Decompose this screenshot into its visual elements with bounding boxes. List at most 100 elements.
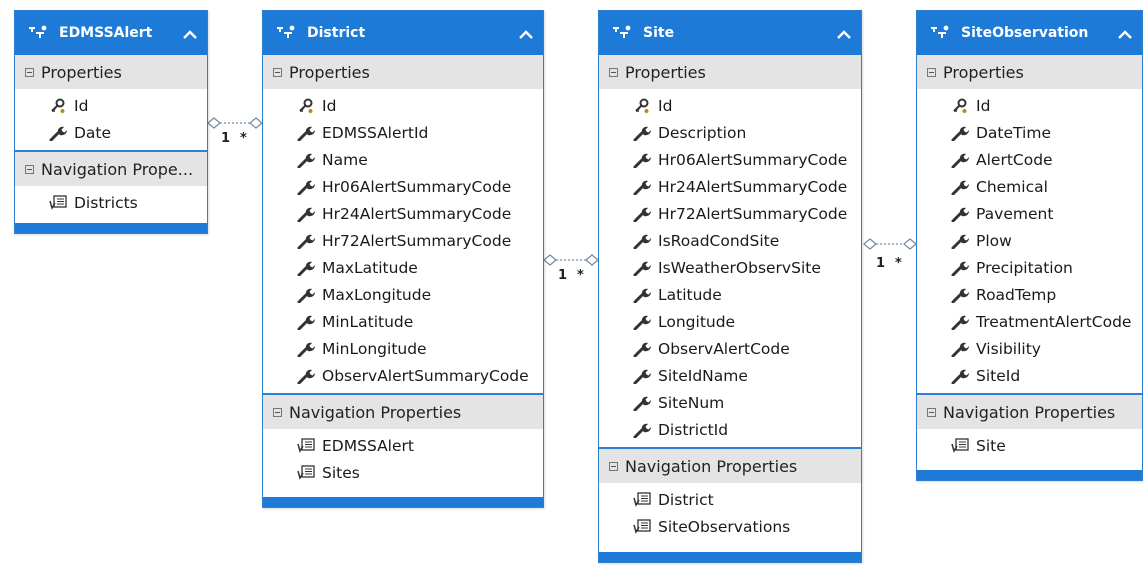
entity-type-icon [27, 24, 49, 42]
association-edmss-district[interactable] [206, 117, 264, 129]
property-row[interactable]: Id [263, 92, 543, 119]
association-site-siteobservation[interactable] [862, 238, 918, 250]
entity-type-icon [929, 24, 951, 42]
navigation-section-header[interactable]: Navigation Properties [263, 395, 543, 429]
property-row[interactable]: IsRoadCondSite [599, 227, 861, 254]
property-row[interactable]: Hr72AlertSummaryCode [599, 200, 861, 227]
wrench-property-icon [951, 341, 969, 357]
entity-district[interactable]: District Properties Id EDMSSAlertId Name Hr06… [262, 10, 544, 508]
minus-box-icon[interactable] [273, 67, 282, 77]
property-row[interactable]: MinLongitude [263, 335, 543, 362]
navigation-property-row[interactable]: Districts [15, 189, 207, 216]
property-row[interactable]: Hr72AlertSummaryCode [263, 227, 543, 254]
property-row[interactable]: AlertCode [917, 146, 1142, 173]
properties-section-header[interactable]: Properties [15, 55, 207, 89]
entity-site[interactable]: Site Properties Id Description Hr06AlertSumm… [598, 10, 862, 563]
property-row[interactable]: Id [599, 92, 861, 119]
navigation-properties-list: Districts [15, 186, 207, 220]
minus-box-icon[interactable] [273, 407, 282, 417]
wrench-property-icon [633, 287, 651, 303]
wrench-property-icon [951, 233, 969, 249]
entity-header[interactable]: Site [599, 11, 861, 55]
navigation-section-header[interactable]: Navigation Properties [599, 449, 861, 483]
property-row[interactable]: Pavement [917, 200, 1142, 227]
minus-box-icon[interactable] [609, 461, 618, 471]
wrench-property-icon [297, 260, 315, 276]
property-row[interactable]: Plow [917, 227, 1142, 254]
property-row[interactable]: ObservAlertSummaryCode [263, 362, 543, 389]
wrench-property-icon [297, 179, 315, 195]
property-row[interactable]: MaxLatitude [263, 254, 543, 281]
property-row[interactable]: Date [15, 119, 207, 146]
minus-box-icon[interactable] [25, 67, 34, 77]
chevron-up-icon[interactable] [837, 28, 851, 39]
navigation-section-header[interactable]: Navigation Properties [917, 395, 1142, 429]
property-row[interactable]: SiteNum [599, 389, 861, 416]
navigation-property-row[interactable]: District [599, 486, 861, 513]
property-row[interactable]: Name [263, 146, 543, 173]
minus-box-icon[interactable] [927, 67, 936, 77]
property-name: MaxLatitude [322, 258, 418, 277]
entity-siteobservation[interactable]: SiteObservation Properties Id DateTime Alert… [916, 10, 1143, 481]
entity-footer-bar [599, 552, 861, 562]
property-row[interactable]: MaxLongitude [263, 281, 543, 308]
property-row[interactable]: DistrictId [599, 416, 861, 443]
property-row[interactable]: Description [599, 119, 861, 146]
entity-type-icon [611, 24, 633, 42]
chevron-up-icon[interactable] [1118, 28, 1132, 39]
navigation-property-row[interactable]: EDMSSAlert [263, 432, 543, 459]
property-row[interactable]: Hr24AlertSummaryCode [263, 200, 543, 227]
entity-edmssalert[interactable]: EDMSSAlert Properties Id Date Navigation Pro… [14, 10, 208, 234]
navigation-property-row[interactable]: Site [917, 432, 1142, 459]
navigation-property-row[interactable]: SiteObservations [599, 513, 861, 540]
property-row[interactable]: Chemical [917, 173, 1142, 200]
wrench-property-icon [951, 368, 969, 384]
properties-section-header[interactable]: Properties [917, 55, 1142, 89]
property-row[interactable]: Hr24AlertSummaryCode [599, 173, 861, 200]
property-row[interactable]: Longitude [599, 308, 861, 335]
wrench-property-icon [951, 260, 969, 276]
property-row[interactable]: IsWeatherObservSite [599, 254, 861, 281]
property-row[interactable]: MinLatitude [263, 308, 543, 335]
properties-section-header[interactable]: Properties [263, 55, 543, 89]
entity-footer-bar [917, 470, 1142, 480]
association-end-diamond [542, 254, 558, 266]
minus-box-icon[interactable] [25, 164, 34, 174]
property-name: Hr24AlertSummaryCode [322, 204, 512, 223]
entity-header[interactable]: District [263, 11, 543, 55]
property-name: Pavement [976, 204, 1054, 223]
property-row[interactable]: RoadTemp [917, 281, 1142, 308]
properties-section-header[interactable]: Properties [599, 55, 861, 89]
navigation-property-row[interactable]: Sites [263, 459, 543, 486]
properties-list: Id DateTime AlertCode Chemical Pavement Plow P… [917, 89, 1142, 393]
property-row[interactable]: SiteId [917, 362, 1142, 389]
property-row[interactable]: Hr06AlertSummaryCode [599, 146, 861, 173]
property-row[interactable]: Hr06AlertSummaryCode [263, 173, 543, 200]
entity-header[interactable]: EDMSSAlert [15, 11, 207, 55]
chevron-up-icon[interactable] [183, 28, 197, 39]
wrench-property-icon [633, 341, 651, 357]
navigation-section-header[interactable]: Navigation Prope... [15, 152, 207, 186]
multiplicity-many: * [895, 256, 902, 271]
property-row[interactable]: Id [15, 92, 207, 119]
property-row[interactable]: Id [917, 92, 1142, 119]
property-row[interactable]: TreatmentAlertCode [917, 308, 1142, 335]
multiplicity-one: 1 [876, 256, 886, 271]
property-name: Name [322, 150, 368, 169]
property-row[interactable]: EDMSSAlertId [263, 119, 543, 146]
property-row[interactable]: Precipitation [917, 254, 1142, 281]
property-row[interactable]: DateTime [917, 119, 1142, 146]
section-label: Properties [41, 62, 122, 82]
chevron-up-icon[interactable] [519, 28, 533, 39]
property-row[interactable]: Visibility [917, 335, 1142, 362]
property-row[interactable]: Latitude [599, 281, 861, 308]
wrench-property-icon [633, 422, 651, 438]
property-name: Latitude [658, 285, 722, 304]
minus-box-icon[interactable] [927, 407, 936, 417]
property-name: Hr06AlertSummaryCode [322, 177, 512, 196]
entity-header[interactable]: SiteObservation [917, 11, 1142, 55]
minus-box-icon[interactable] [609, 67, 618, 77]
association-district-site[interactable] [542, 254, 600, 266]
property-row[interactable]: SiteIdName [599, 362, 861, 389]
property-row[interactable]: ObservAlertCode [599, 335, 861, 362]
